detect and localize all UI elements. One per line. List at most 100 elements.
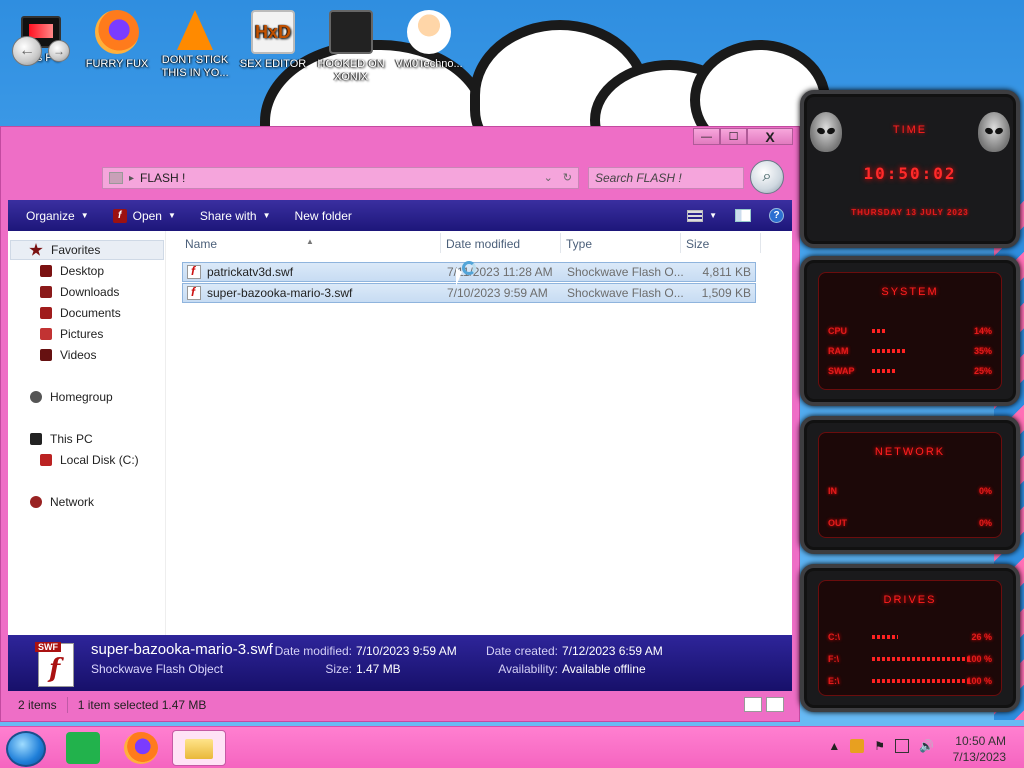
column-date-modified[interactable]: Date modified <box>446 237 520 251</box>
preview-pane-icon[interactable] <box>735 209 751 222</box>
desktop-icon-label: HOOKED ON XONIX <box>317 58 385 83</box>
action-center-flag-icon[interactable]: ⚑ <box>874 739 885 753</box>
nav-desktop[interactable]: Desktop <box>40 261 104 281</box>
file-explorer-taskbar-icon[interactable] <box>172 730 226 766</box>
drives-gadget[interactable]: DRIVES C:\ 26 % F:\ 100 % E:\ 100 % <box>800 564 1020 712</box>
taskbar-clock[interactable]: 10:50 AM 7/13/2023 <box>953 733 1006 765</box>
desktop-icon-label: SEX EDITOR <box>239 58 307 70</box>
help-icon[interactable]: ? <box>769 208 784 223</box>
nav-label: Network <box>50 495 95 509</box>
nav-this-pc[interactable]: This PC <box>30 429 93 449</box>
search-input[interactable]: Search FLASH ! <box>588 167 744 189</box>
gadget-header: SYSTEM <box>881 286 939 298</box>
share-with-menu[interactable]: Share with ▼ <box>188 200 283 231</box>
file-list: Name ▲ Date modified Type Size patrickat… <box>166 231 792 635</box>
arrow-left-icon: ← <box>19 42 35 59</box>
alien-head-icon <box>810 112 842 152</box>
availability-value: Available offline <box>562 662 646 676</box>
star-icon <box>29 243 43 256</box>
column-size[interactable]: Size <box>686 237 709 251</box>
drive-c-bar <box>872 635 898 639</box>
file-size: 1,509 KB <box>701 286 751 300</box>
details-file-type: Shockwave Flash Object <box>91 662 224 676</box>
refresh-icon[interactable]: ↻ <box>563 171 572 184</box>
desktop-icon-furry-fux[interactable]: FURRY FUX <box>78 4 156 71</box>
network-tray-icon[interactable] <box>895 739 910 753</box>
gadget-clock: 10:50:02 <box>863 164 957 183</box>
swf-tag: SWF <box>35 642 61 652</box>
desktop-icon-label: DONT STICK THIS IN YO... <box>161 54 229 79</box>
firefox-taskbar-icon[interactable] <box>124 732 158 764</box>
nav-homegroup[interactable]: Homegroup <box>30 387 113 407</box>
gadget-header: TIME <box>892 124 928 136</box>
drive-e-bar <box>872 679 972 683</box>
new-folder-button[interactable]: New folder <box>283 200 364 231</box>
search-button[interactable]: ⌕ <box>750 160 784 194</box>
close-button[interactable]: X <box>747 128 793 145</box>
volume-icon[interactable]: 🔊 <box>919 739 934 753</box>
swf-file-icon <box>187 264 201 279</box>
app-tray-icon[interactable] <box>850 739 865 753</box>
file-name: super-bazooka-mario-3.swf <box>207 286 353 300</box>
availability-label: Availability: <box>498 662 558 676</box>
change-view-button[interactable]: ▼ <box>687 209 717 222</box>
nav-favorites[interactable]: Favorites <box>10 240 164 260</box>
minimize-button[interactable]: — <box>693 128 720 145</box>
column-name[interactable]: Name <box>185 237 217 251</box>
time-gadget[interactable]: TIME 10:50:02 THURSDAY 13 JULY 2023 <box>800 90 1020 248</box>
navigation-pane: Favorites Desktop Downloads Documents Pi… <box>8 231 166 635</box>
pictures-icon <box>40 328 52 340</box>
caret-down-icon: ▼ <box>167 211 176 220</box>
breadcrumb-current[interactable]: FLASH ! <box>140 171 185 185</box>
start-button[interactable] <box>6 731 46 767</box>
back-button[interactable]: ← <box>12 36 42 66</box>
nav-network[interactable]: Network <box>30 492 94 512</box>
nav-documents[interactable]: Documents <box>40 303 121 323</box>
title-bar[interactable]: — ☐ X <box>1 127 799 149</box>
maximize-button[interactable]: ☐ <box>720 128 747 145</box>
open-menu[interactable]: f Open ▼ <box>101 200 188 231</box>
desktop-icon-label: VM0Techno... <box>395 58 463 70</box>
file-row[interactable]: super-bazooka-mario-3.swf 7/10/2023 9:59… <box>182 283 756 303</box>
nav-downloads[interactable]: Downloads <box>40 282 119 302</box>
drive-e-stat: E:\ 100 % <box>828 676 992 686</box>
date-created-label: Date created: <box>485 644 558 658</box>
column-type[interactable]: Type <box>566 237 592 251</box>
details-file-name: super-bazooka-mario-3.swf <box>91 641 273 658</box>
taskbar-time: 10:50 AM <box>955 734 1006 748</box>
stat-value: 0% <box>978 486 992 496</box>
swf-file-icon <box>187 285 201 300</box>
busy-cursor-icon <box>462 261 476 275</box>
desktop-icon-hooked-on-xonix[interactable]: HOOKED ON XONIX <box>312 4 390 84</box>
nav-local-disk[interactable]: Local Disk (C:) <box>40 450 139 470</box>
swf-file-large-icon: SWF f <box>35 642 74 687</box>
network-gadget[interactable]: NETWORK IN 0% OUT 0% <box>800 416 1020 554</box>
show-hidden-icons-chevron-icon[interactable]: ▲ <box>828 739 840 753</box>
chevron-down-icon[interactable]: ⌄ <box>544 171 553 184</box>
nav-videos[interactable]: Videos <box>40 345 96 365</box>
desktop-icon-dont-stick[interactable]: DONT STICK THIS IN YO... <box>156 4 234 80</box>
address-bar[interactable]: ▸ FLASH ! ⌄ ↻ <box>102 167 579 189</box>
details-view-toggle-icon[interactable] <box>744 697 762 712</box>
stat-label: IN <box>828 486 837 496</box>
organize-menu[interactable]: Organize ▼ <box>8 200 101 231</box>
date-modified-label: Date modified: <box>274 644 352 658</box>
videos-icon <box>40 349 52 361</box>
nav-pictures[interactable]: Pictures <box>40 324 103 344</box>
window-controls: — ☐ X <box>693 128 793 145</box>
gadget-header: DRIVES <box>883 594 937 606</box>
nav-label: This PC <box>50 432 93 446</box>
sheets-app-icon[interactable] <box>66 732 100 764</box>
desktop-icon-vm0[interactable]: VM0Techno... <box>390 4 468 71</box>
forward-button[interactable]: → <box>48 40 70 62</box>
desktop-icon-sex-editor[interactable]: HxD SEX EDITOR <box>234 4 312 71</box>
breadcrumb-chevron-icon: ▸ <box>129 172 135 184</box>
file-type: Shockwave Flash O... <box>567 265 684 279</box>
system-gadget[interactable]: SYSTEM CPU 14% RAM 35% SWAP 25% <box>800 256 1020 406</box>
computer-icon <box>30 433 42 445</box>
stat-label: C:\ <box>828 632 840 642</box>
stat-label: OUT <box>828 518 847 528</box>
nav-label: Documents <box>60 306 121 320</box>
large-icons-view-toggle-icon[interactable] <box>766 697 784 712</box>
downloads-icon <box>40 286 52 298</box>
